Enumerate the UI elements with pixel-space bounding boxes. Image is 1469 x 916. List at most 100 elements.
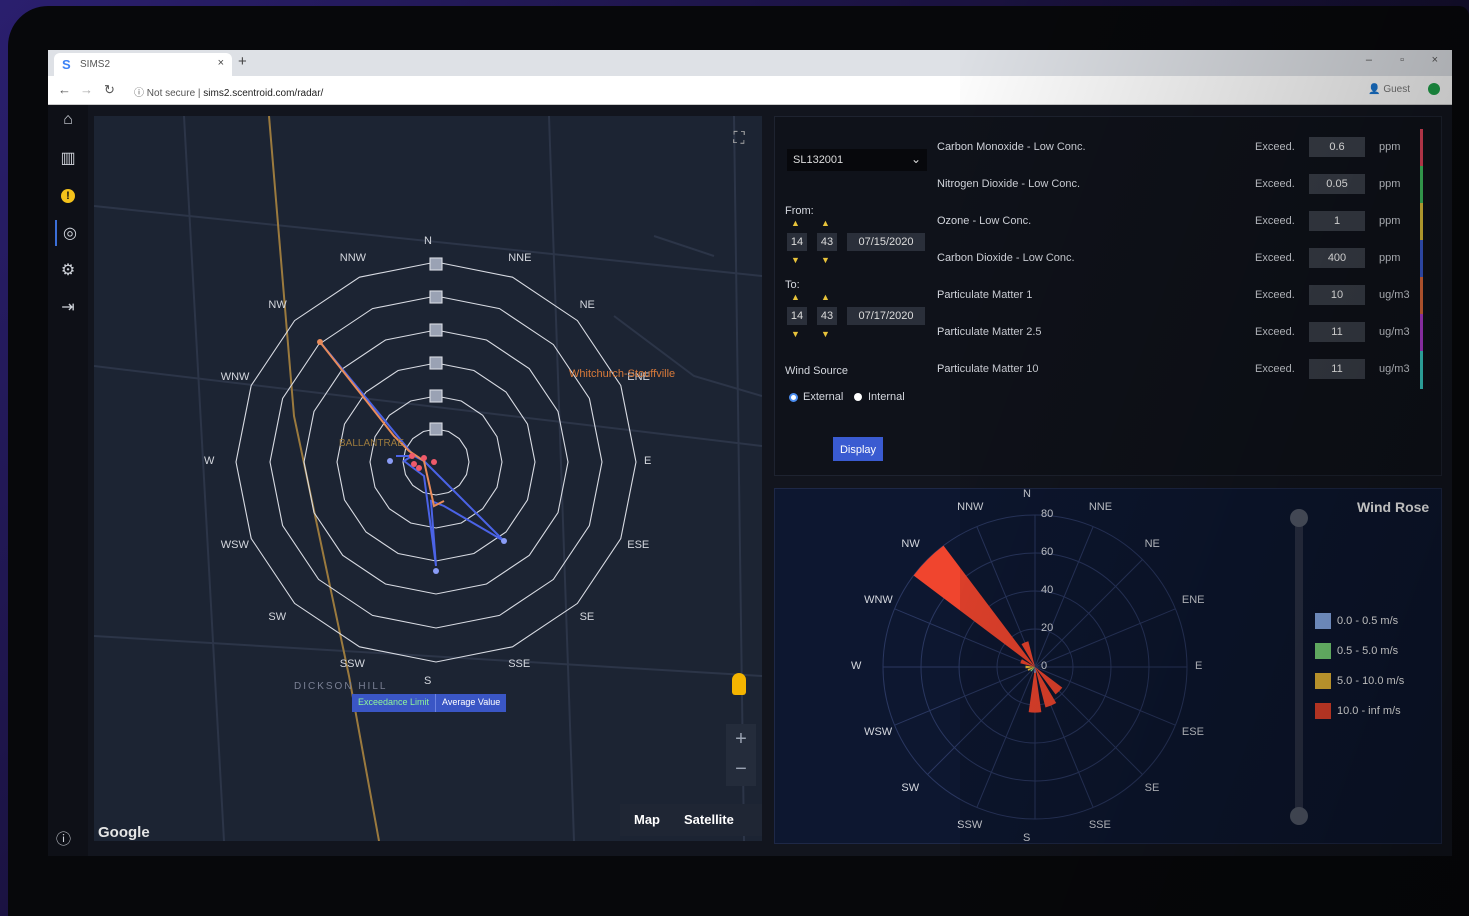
from-hour-up-icon[interactable]: ▲	[791, 218, 800, 228]
wind-external-label: External	[803, 391, 844, 403]
from-minute-input[interactable]: 43	[817, 233, 837, 251]
map-direction-label: W	[204, 455, 215, 467]
from-minute-up-icon[interactable]: ▲	[821, 218, 830, 228]
from-minute-down-icon[interactable]: ▼	[821, 255, 830, 265]
rose-tick-label: 20	[1041, 622, 1054, 634]
map-direction-label: E	[644, 455, 652, 467]
to-minute-input[interactable]: 43	[817, 307, 837, 325]
home-icon[interactable]: ⌂	[55, 107, 81, 133]
browser-tab[interactable]: S SIMS2 ×	[54, 53, 232, 76]
unit-label: ug/m3	[1379, 326, 1410, 338]
zoom-control: + −	[726, 724, 756, 786]
map-type-satellite[interactable]: Satellite	[684, 812, 734, 827]
from-hour-input[interactable]: 14	[787, 233, 807, 251]
rose-spoke	[894, 666, 1036, 726]
close-window-icon[interactable]: ×	[1432, 54, 1438, 66]
wind-internal-radio[interactable]	[854, 393, 862, 401]
map-direction-label: NE	[579, 299, 595, 312]
alert-icon[interactable]: !	[55, 183, 81, 209]
threshold-input[interactable]: 1	[1309, 211, 1365, 231]
close-tab-icon[interactable]: ×	[218, 57, 224, 69]
map-direction-label: S	[424, 675, 432, 687]
time-slider-end-handle[interactable]	[1290, 807, 1308, 825]
chart-icon[interactable]: ▥	[55, 145, 81, 171]
pollutant-color-bar	[1420, 129, 1423, 167]
place-label-dickson-hill: DICKSON HILL	[294, 681, 388, 692]
ring-marker	[429, 356, 443, 370]
threshold-input[interactable]: 11	[1309, 359, 1365, 379]
legend-exceedance[interactable]: Exceedance Limit	[352, 694, 436, 712]
pollutant-row: Carbon Dioxide - Low Conc. Exceed. 400 ppm	[937, 240, 1427, 278]
threshold-input[interactable]: 400	[1309, 248, 1365, 268]
forward-icon[interactable]: →	[80, 82, 93, 97]
legend-swatch	[1315, 703, 1331, 719]
chevron-down-icon: ⌄	[910, 152, 921, 166]
gear-icon[interactable]: ⚙	[55, 257, 81, 283]
exceed-label: Exceed.	[1255, 363, 1295, 375]
minimize-icon[interactable]: –	[1366, 54, 1372, 66]
wind-external-radio[interactable]	[789, 393, 798, 402]
legend-average[interactable]: Average Value	[435, 694, 507, 712]
map-type-map[interactable]: Map	[634, 812, 660, 827]
pollutant-row: Particulate Matter 1 Exceed. 10 ug/m3	[937, 277, 1427, 315]
to-hour-up-icon[interactable]: ▲	[791, 292, 800, 302]
to-hour-down-icon[interactable]: ▼	[791, 329, 800, 339]
rose-direction-label: E	[1195, 660, 1203, 672]
threshold-input[interactable]: 0.05	[1309, 174, 1365, 194]
display-button[interactable]: Display	[833, 437, 883, 461]
to-hour-input[interactable]: 14	[787, 307, 807, 325]
map-direction-label: NW	[268, 299, 287, 312]
url-text: sims2.scentroid.com/radar/	[203, 88, 324, 99]
logout-icon[interactable]: ⇥	[55, 294, 81, 320]
reload-icon[interactable]: ↻	[104, 82, 115, 98]
street-view-icon[interactable]	[732, 673, 746, 695]
profile-button[interactable]: 👤 Guest	[1368, 84, 1410, 95]
rose-direction-label: N	[1023, 488, 1031, 500]
favicon-icon: S	[62, 57, 71, 72]
address-bar: ← → ↻ ⓘ Not secure | sims2.scentroid.com…	[48, 76, 1452, 105]
threshold-input[interactable]: 11	[1309, 322, 1365, 342]
threshold-input[interactable]: 0.6	[1309, 137, 1365, 157]
map-view[interactable]: ⛶ N NNE NE ENE E ESE SE SSE S SSW SW WSW W WNW NW NNW W…	[94, 116, 762, 841]
zoom-in-button[interactable]: +	[726, 724, 756, 754]
new-tab-icon[interactable]: +	[238, 53, 247, 70]
time-slider[interactable]	[1295, 511, 1303, 823]
rose-direction-label: W	[851, 660, 862, 672]
to-minute-down-icon[interactable]: ▼	[821, 329, 830, 339]
screen: S SIMS2 × + – ▫ × ← → ↻ ⓘ Not secure | s…	[48, 50, 1452, 856]
back-icon[interactable]: ←	[58, 82, 71, 97]
wind-rose-title: Wind Rose	[1357, 499, 1430, 515]
pollutant-name: Carbon Dioxide - Low Conc.	[937, 252, 1075, 264]
rose-direction-label: SE	[1144, 781, 1160, 794]
pollutant-row: Particulate Matter 2.5 Exceed. 11 ug/m3	[937, 314, 1427, 352]
radar-icon[interactable]: ◎	[55, 220, 83, 246]
google-logo: Google	[98, 824, 150, 841]
map-direction-label: WSW	[220, 539, 249, 552]
station-select[interactable]: SL132001 ⌄	[787, 149, 927, 171]
help-icon[interactable]: ⓘ	[56, 828, 71, 849]
rose-spoke	[1034, 559, 1143, 668]
maximize-icon[interactable]: ▫	[1400, 54, 1404, 66]
rose-direction-label: ESE	[1181, 725, 1204, 738]
rose-spoke	[976, 666, 1036, 808]
map-direction-label: SSW	[339, 658, 365, 671]
pollutant-row: Ozone - Low Conc. Exceed. 1 ppm	[937, 203, 1427, 241]
from-date-input[interactable]: 07/15/2020	[847, 233, 925, 251]
pollutant-name: Ozone - Low Conc.	[937, 215, 1032, 227]
extension-icon[interactable]	[1428, 83, 1440, 95]
rose-tick-label: 60	[1041, 546, 1054, 558]
rose-petal-s	[1028, 667, 1042, 713]
ring-marker	[429, 323, 443, 337]
from-hour-down-icon[interactable]: ▼	[791, 255, 800, 265]
fullscreen-icon[interactable]: ⛶	[728, 130, 750, 152]
pollutant-color-bar	[1420, 166, 1423, 204]
url-field[interactable]: ⓘ Not secure | sims2.scentroid.com/radar…	[134, 84, 323, 99]
to-date-input[interactable]: 07/17/2020	[847, 307, 925, 325]
time-slider-start-handle[interactable]	[1290, 509, 1308, 527]
rose-direction-label: SSW	[957, 818, 983, 831]
to-minute-up-icon[interactable]: ▲	[821, 292, 830, 302]
exceed-label: Exceed.	[1255, 141, 1295, 153]
zoom-out-button[interactable]: −	[726, 754, 756, 784]
threshold-input[interactable]: 10	[1309, 285, 1365, 305]
pollutant-row: Particulate Matter 10 Exceed. 11 ug/m3	[937, 351, 1427, 389]
